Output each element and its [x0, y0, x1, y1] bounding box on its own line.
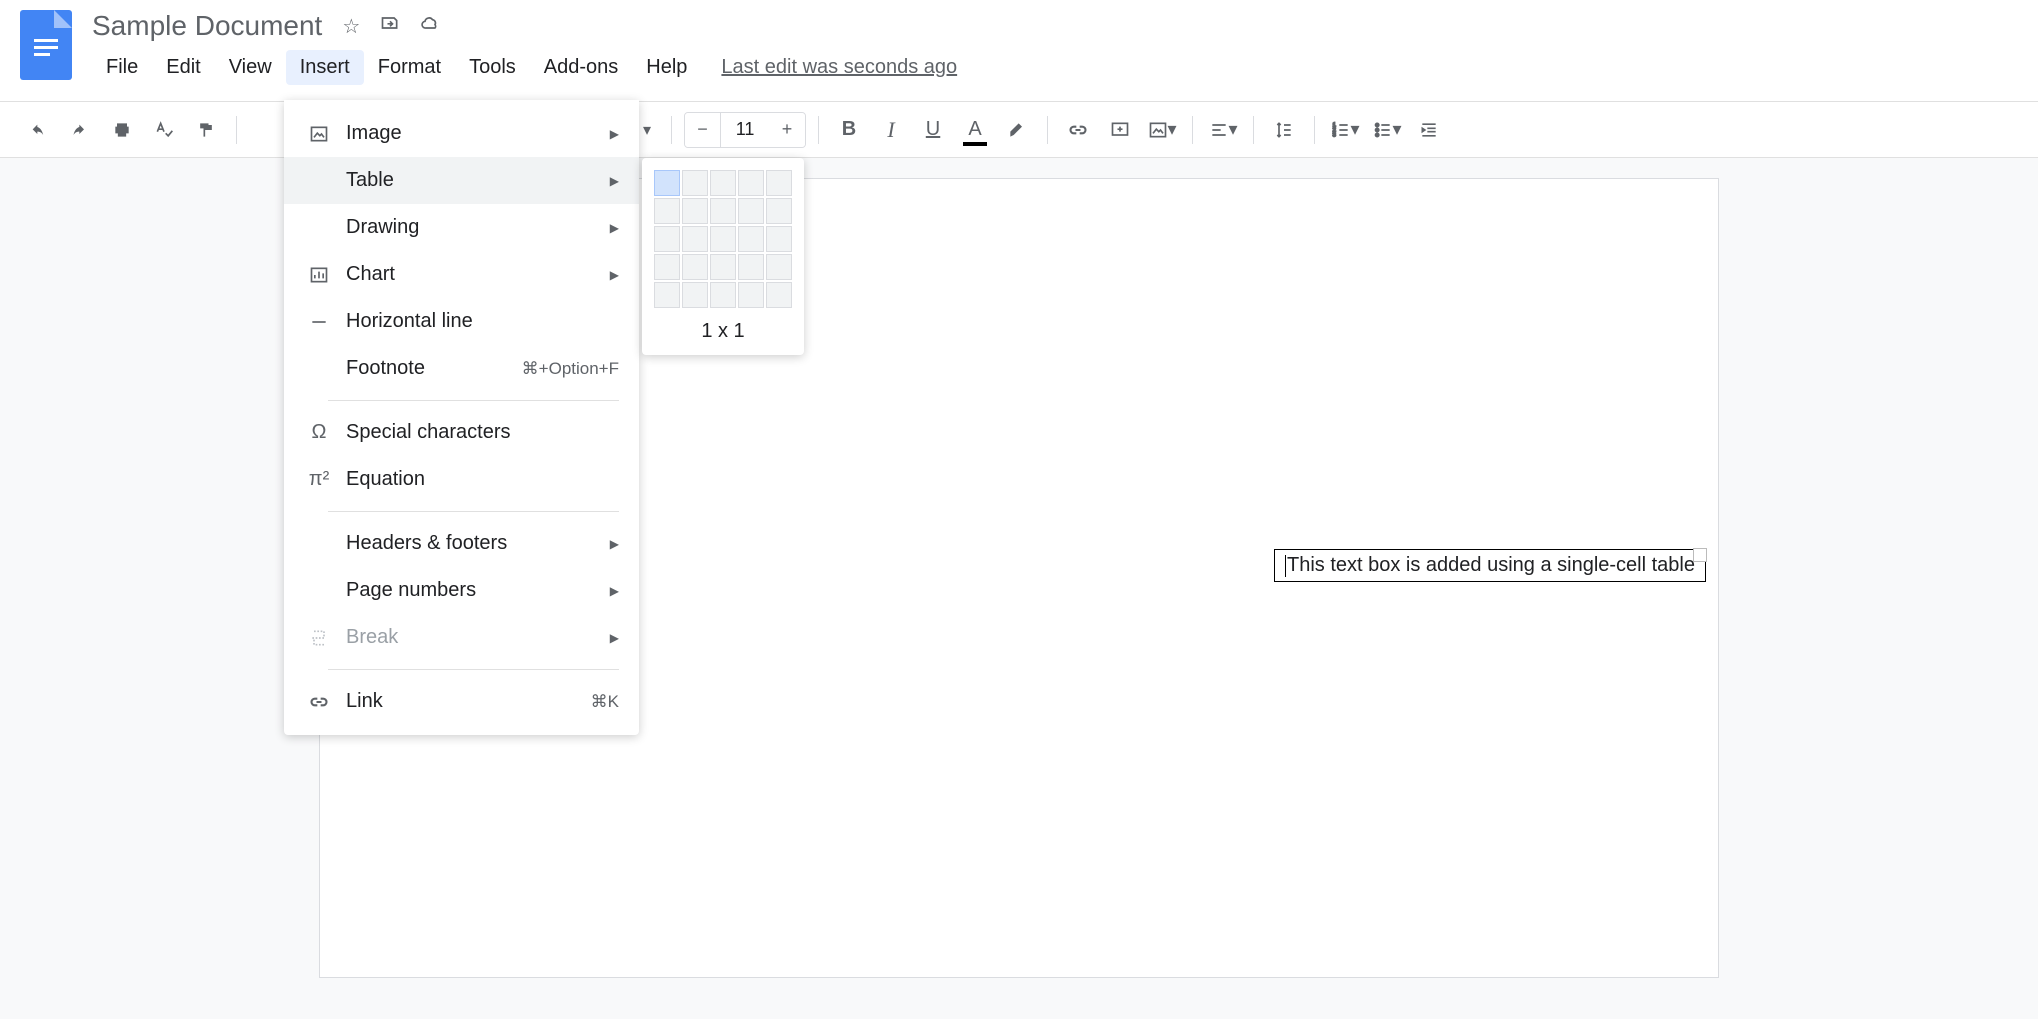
- highlight-button[interactable]: [999, 112, 1035, 148]
- header: Sample Document ☆ File Edit View Insert …: [0, 0, 2038, 102]
- menubar: File Edit View Insert Format Tools Add-o…: [92, 50, 2018, 85]
- image-icon: [304, 124, 334, 144]
- table-size-label: 1 x 1: [654, 320, 792, 343]
- print-button[interactable]: [104, 112, 140, 148]
- bold-button[interactable]: B: [831, 112, 867, 148]
- menu-divider: [328, 669, 619, 670]
- underline-button[interactable]: U: [915, 112, 951, 148]
- insert-dropdown: Image ▶ Table ▶ Drawing ▶ Chart ▶ Horizo…: [284, 100, 639, 735]
- table-cell-1-1[interactable]: [654, 170, 680, 196]
- submenu-arrow-icon: ▶: [610, 127, 619, 141]
- decrease-indent-button[interactable]: [1411, 112, 1447, 148]
- paint-format-button[interactable]: [188, 112, 224, 148]
- docs-logo[interactable]: [20, 10, 72, 80]
- star-icon[interactable]: ☆: [342, 14, 360, 39]
- pi-icon: π²: [304, 468, 334, 491]
- numbered-list-button[interactable]: 123 ▾: [1327, 112, 1363, 148]
- line-spacing-button[interactable]: [1266, 112, 1302, 148]
- font-size-input[interactable]: [721, 113, 769, 147]
- italic-button[interactable]: I: [873, 112, 909, 148]
- add-comment-button[interactable]: [1102, 112, 1138, 148]
- document-title[interactable]: Sample Document: [92, 10, 322, 42]
- menu-tools[interactable]: Tools: [455, 50, 530, 85]
- title-area: Sample Document ☆ File Edit View Insert …: [92, 10, 2018, 85]
- menu-view[interactable]: View: [215, 50, 286, 85]
- bulleted-list-button[interactable]: ▾: [1369, 112, 1405, 148]
- submenu-arrow-icon: ▶: [610, 631, 619, 645]
- insert-footnote-item[interactable]: Footnote ⌘+Option+F: [284, 345, 639, 392]
- svg-text:3: 3: [1332, 132, 1335, 138]
- insert-headers-footers-item[interactable]: Headers & footers ▶: [284, 520, 639, 567]
- insert-chart-item[interactable]: Chart ▶: [284, 251, 639, 298]
- table-size-grid[interactable]: [654, 170, 792, 308]
- insert-image-item[interactable]: Image ▶: [284, 110, 639, 157]
- break-icon: [304, 628, 334, 648]
- align-button[interactable]: ▾: [1205, 112, 1241, 148]
- insert-table-item[interactable]: Table ▶: [284, 157, 639, 204]
- insert-page-numbers-item[interactable]: Page numbers ▶: [284, 567, 639, 614]
- insert-horizontal-line-item[interactable]: Horizontal line: [284, 298, 639, 345]
- submenu-arrow-icon: ▶: [610, 268, 619, 282]
- cloud-icon[interactable]: [420, 13, 440, 39]
- insert-image-button[interactable]: ▾: [1144, 112, 1180, 148]
- submenu-arrow-icon: ▶: [610, 221, 619, 235]
- insert-special-characters-item[interactable]: Ω Special characters: [284, 409, 639, 456]
- cell-text: This text box is added using a single-ce…: [1287, 554, 1695, 577]
- font-size-increase[interactable]: +: [769, 113, 805, 147]
- last-edit-link[interactable]: Last edit was seconds ago: [721, 56, 957, 79]
- table-size-submenu: 1 x 1: [642, 158, 804, 355]
- text-color-button[interactable]: A: [957, 112, 993, 148]
- menu-divider: [328, 400, 619, 401]
- insert-break-item[interactable]: Break ▶: [284, 614, 639, 661]
- move-icon[interactable]: [380, 13, 400, 39]
- submenu-arrow-icon: ▶: [610, 537, 619, 551]
- menu-format[interactable]: Format: [364, 50, 455, 85]
- submenu-arrow-icon: ▶: [610, 584, 619, 598]
- menu-file[interactable]: File: [92, 50, 152, 85]
- omega-icon: Ω: [304, 421, 334, 444]
- redo-button[interactable]: [62, 112, 98, 148]
- font-size-decrease[interactable]: −: [685, 113, 721, 147]
- submenu-arrow-icon: ▶: [610, 174, 619, 188]
- menu-addons[interactable]: Add-ons: [530, 50, 633, 85]
- menu-edit[interactable]: Edit: [152, 50, 214, 85]
- insert-link-button[interactable]: [1060, 112, 1096, 148]
- chart-icon: [304, 265, 334, 285]
- menu-divider: [328, 511, 619, 512]
- menu-help[interactable]: Help: [632, 50, 701, 85]
- insert-equation-item[interactable]: π² Equation: [284, 456, 639, 503]
- undo-button[interactable]: [20, 112, 56, 148]
- insert-drawing-item[interactable]: Drawing ▶: [284, 204, 639, 251]
- font-size-group: − +: [684, 112, 806, 148]
- link-icon: [304, 692, 334, 712]
- cell-handle-icon[interactable]: [1693, 548, 1707, 562]
- insert-link-item[interactable]: Link ⌘K: [284, 678, 639, 725]
- spellcheck-button[interactable]: [146, 112, 182, 148]
- menu-insert[interactable]: Insert: [286, 50, 364, 85]
- single-cell-table[interactable]: This text box is added using a single-ce…: [1274, 549, 1706, 582]
- horizontal-line-icon: [304, 312, 334, 332]
